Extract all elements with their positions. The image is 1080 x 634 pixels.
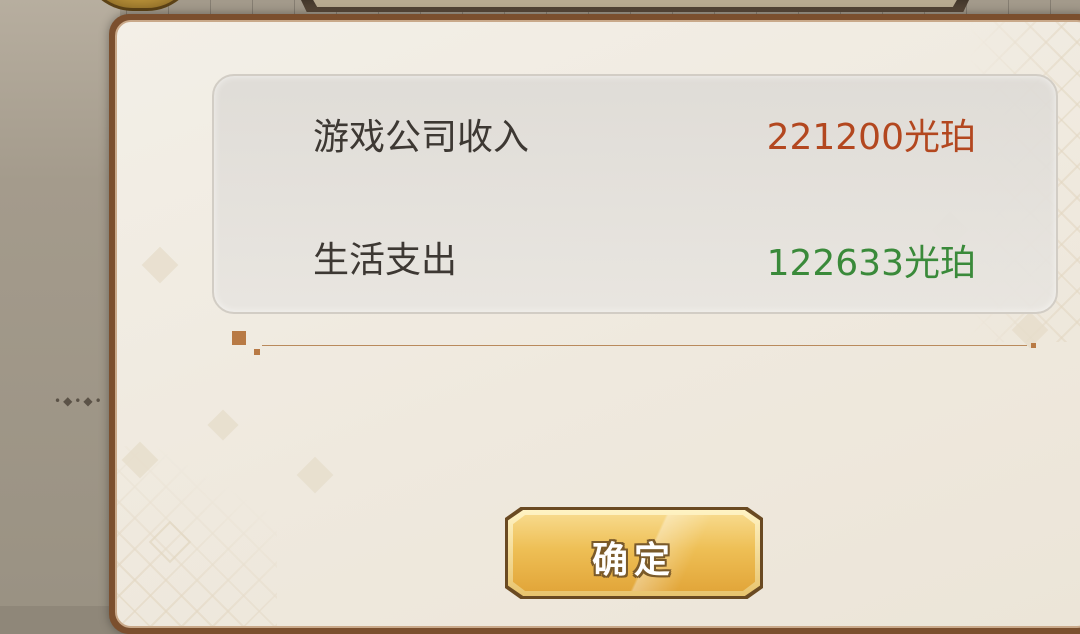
income-value: 221200光珀: [766, 117, 976, 158]
diamond-ornament: [141, 246, 179, 284]
expense-label: 生活支出: [313, 240, 458, 281]
confirm-button[interactable]: 确定: [505, 507, 763, 599]
diamond-ornament: [207, 409, 239, 441]
ornament-divider-dot: [254, 349, 260, 355]
background-top-bar-inner: [312, 0, 958, 7]
income-label: 游戏公司收入: [313, 117, 530, 158]
divider-end-dot: [1031, 343, 1036, 348]
divider-line: [262, 345, 1027, 346]
confirm-button-label: 确定: [591, 540, 676, 581]
ornament-divider-icon: [232, 331, 246, 345]
expense-value: 122633光珀: [766, 243, 976, 284]
diamond-ornament: [296, 456, 334, 494]
background-left-panel: [0, 0, 120, 606]
